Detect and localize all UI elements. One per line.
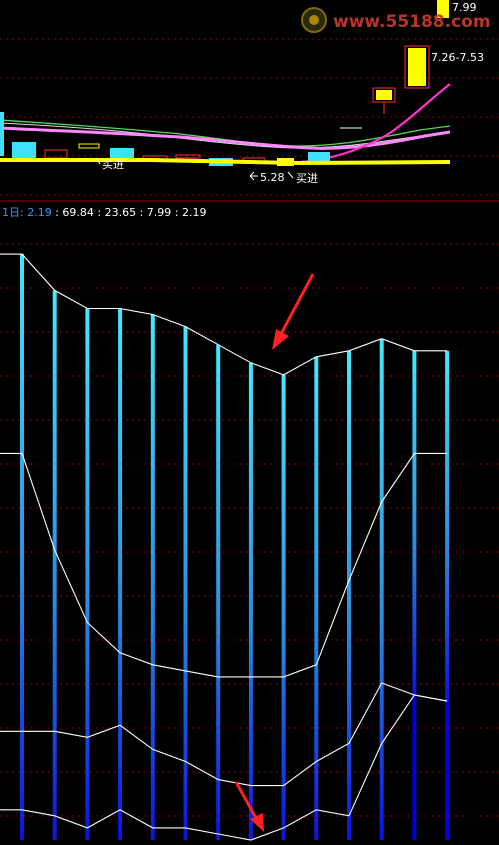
low-price-label: 5.28 (260, 171, 285, 184)
indicator-bar (412, 350, 417, 696)
candle (0, 112, 4, 156)
indicator-title-prefix: 1日: 2.19 (2, 206, 52, 219)
indicator-bar (347, 350, 351, 840)
base-yellow-line (0, 158, 451, 166)
indicator-bar (183, 326, 188, 841)
indicator-bar (118, 308, 123, 841)
indicator-bar-lower (445, 701, 450, 840)
chart-stage: 7.99 7.26-7.53 买进 5.28 买进 www.55188.com … (0, 0, 499, 841)
candle (12, 142, 36, 160)
indicator-title: 1日: 2.19 : 69.84 : 23.65 : 7.99 : 2.19 (2, 206, 206, 219)
candle (44, 149, 68, 159)
range-label: 7.26-7.53 (431, 51, 484, 64)
arrow-upper-head-icon (272, 329, 289, 350)
arrow-left-icon (249, 171, 258, 181)
indicator-bar (248, 362, 253, 840)
buy-label-2: 买进 (296, 172, 318, 185)
indicator-bar (379, 338, 384, 840)
indicator-bar-lower (412, 695, 417, 840)
candle (308, 152, 330, 162)
ma-magenta-line (299, 83, 451, 164)
indicator-bar (85, 308, 90, 841)
indicator-values: : 69.84 : 23.65 : 7.99 : 2.19 (55, 206, 206, 219)
watermark-text: www.55188.com (333, 12, 491, 32)
indicator-bar (314, 356, 319, 840)
buy-marker-icon (287, 171, 294, 179)
indicator-bars (20, 254, 450, 841)
indicator-bar (216, 344, 221, 840)
arrow-upper-shaft (279, 273, 315, 335)
indicator-bar (20, 254, 24, 840)
indicator-bar (445, 350, 450, 702)
watermark-logo-inner-icon (309, 15, 319, 25)
indicator-bar (281, 374, 286, 840)
watermark: www.55188.com (301, 7, 491, 33)
buy-label-1: 买进 (102, 158, 124, 171)
annotation-arrows (234, 273, 315, 832)
indicator-bar (52, 290, 57, 840)
arrow-lower-shaft (234, 781, 258, 819)
indicator-bar (150, 314, 155, 840)
candle (78, 143, 100, 149)
candle (408, 48, 426, 86)
candle (376, 90, 392, 100)
